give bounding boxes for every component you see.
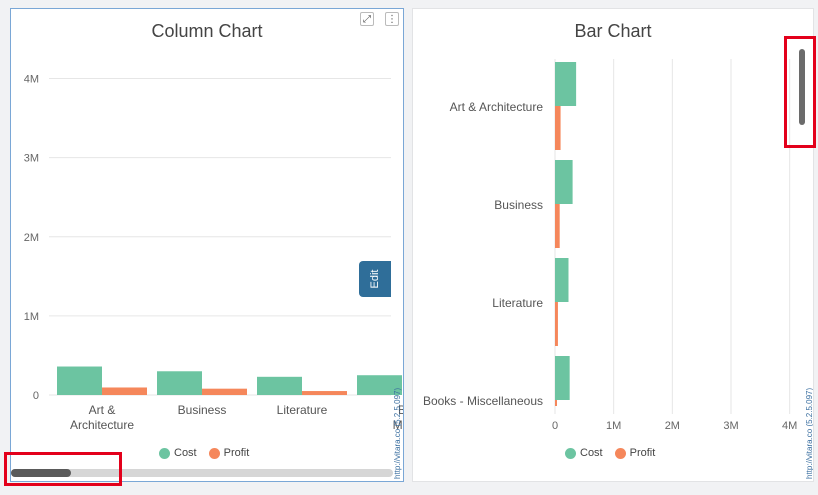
legend-swatch-profit (208, 447, 220, 459)
bar-profit (555, 302, 558, 346)
column-bar-profit (102, 387, 147, 395)
column-bar-cost (157, 371, 202, 395)
x-tick-label: 4M (782, 420, 797, 432)
vitara-watermark: http://vitara.co (5.2.5.097) (393, 387, 402, 479)
column-bar-profit (202, 388, 247, 395)
column-bar-cost (257, 376, 302, 395)
vertical-scrollbar-highlight (784, 36, 816, 148)
bar-cost (555, 356, 570, 400)
legend-swatch-cost (159, 447, 170, 459)
y-tick-label: Business (494, 198, 543, 212)
column-chart: 0 1M 2M 3M 4M Art &Architecture Business Litera… (24, 74, 403, 432)
legend-swatch-cost (565, 447, 576, 459)
bar-cost (555, 258, 569, 302)
x-tick-label: Art & (89, 403, 116, 417)
x-tick-label: 0 (552, 420, 558, 432)
y-tick-label: 3M (24, 153, 39, 165)
x-tick-label: Business (178, 403, 227, 417)
bar-profit (555, 400, 557, 406)
legend-label-profit: Profit (223, 447, 250, 459)
x-tick-label: 1M (606, 420, 621, 432)
bar-chart: 0 1M 2M 3M 4M Art & Architecture Business Liter… (423, 59, 797, 432)
column-chart-panel: Column Chart ⤢ ⋮ 0 1M 2M 3M 4M Art & Architect… (10, 8, 404, 482)
column-chart-legend: Cost Profit (159, 447, 249, 459)
bar-profit (555, 106, 561, 150)
x-tick-label: Architecture (70, 418, 134, 432)
y-tick-label: 1M (24, 311, 39, 323)
legend-label-cost: Cost (580, 447, 603, 459)
vitara-watermark: http://vitara.co (5.2.5.097) (805, 387, 814, 479)
x-tick-label: Literature (277, 403, 328, 417)
column-bar-cost (57, 366, 102, 395)
bar-chart-legend: Cost Profit (565, 447, 655, 459)
bar-profit (555, 204, 560, 248)
legend-swatch-profit (614, 447, 626, 459)
legend-label-cost: Cost (174, 447, 197, 459)
legend-item-cost[interactable]: Cost (159, 447, 197, 459)
bar-chart-panel: Bar Chart 0 1M 2M 3M 4M Art & Architecture Bus… (412, 8, 814, 482)
y-tick-label: Literature (492, 296, 543, 310)
edit-button-label: Edit (369, 269, 381, 289)
legend-item-profit[interactable]: Profit (208, 447, 250, 459)
legend-label-profit: Profit (629, 447, 656, 459)
horizontal-scrollbar-highlight (4, 452, 122, 486)
y-tick-label: Art & Architecture (450, 100, 544, 114)
y-tick-label: 4M (24, 74, 39, 86)
legend-item-cost[interactable]: Cost (565, 447, 603, 459)
edit-button[interactable]: Edit (359, 261, 391, 297)
column-bar-profit (302, 391, 347, 395)
bar-cost (555, 62, 577, 106)
y-tick-label: Books - Miscellaneous (423, 394, 543, 408)
y-tick-label: 0 (33, 390, 39, 402)
x-tick-label: 3M (723, 420, 738, 432)
bar-cost (555, 160, 573, 204)
legend-item-profit[interactable]: Profit (614, 447, 656, 459)
x-tick-label: 2M (665, 420, 680, 432)
y-tick-label: 2M (24, 232, 39, 244)
